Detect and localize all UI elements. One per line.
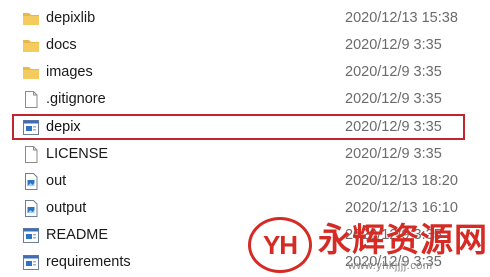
file-row-depix[interactable]: depix 2020/12/9 3:35: [0, 114, 490, 141]
file-name: output: [46, 200, 87, 216]
blank-file-icon: [22, 146, 40, 163]
file-name: requirements: [46, 254, 131, 270]
python-file-icon: [22, 254, 40, 271]
file-row-license[interactable]: LICENSE 2020/12/9 3:35: [0, 141, 490, 168]
file-row-out[interactable]: out 2020/12/13 18:20: [0, 168, 490, 195]
file-date: 2020/12/9 3:35: [345, 37, 442, 53]
blank-file-icon: [22, 91, 40, 108]
watermark-title: 永辉资源网: [318, 220, 488, 259]
folder-icon: [22, 64, 40, 81]
image-file-icon: [22, 173, 40, 190]
file-name: LICENSE: [46, 146, 109, 162]
file-row-images[interactable]: images 2020/12/9 3:35: [0, 59, 490, 86]
image-file-icon: [22, 200, 40, 217]
file-date: 2020/12/13 15:38: [345, 10, 458, 26]
file-name: README: [46, 227, 109, 243]
watermark-logo: YH: [248, 217, 312, 273]
file-date: 2020/12/9 3:35: [345, 91, 442, 107]
python-file-icon: [22, 227, 40, 244]
file-date: 2020/12/9 3:35: [345, 64, 442, 80]
watermark-url: www.yhkjjjj.com: [348, 260, 433, 272]
watermark: YH 永辉资源网 www.yhkjjjj.com: [248, 212, 490, 277]
file-row-depixlib[interactable]: depixlib 2020/12/13 15:38: [0, 5, 490, 32]
file-name: docs: [46, 37, 77, 53]
file-row-gitignore[interactable]: .gitignore 2020/12/9 3:35: [0, 86, 490, 113]
folder-icon: [22, 10, 40, 27]
file-name: images: [46, 64, 93, 80]
file-name: depix: [46, 119, 81, 135]
file-name: out: [46, 173, 67, 189]
python-file-icon: [22, 119, 40, 136]
file-name: depixlib: [46, 10, 96, 26]
file-name: .gitignore: [46, 91, 106, 107]
file-date: 2020/12/9 3:35: [345, 146, 442, 162]
file-date: 2020/12/13 18:20: [345, 173, 458, 189]
file-row-docs[interactable]: docs 2020/12/9 3:35: [0, 32, 490, 59]
file-date: 2020/12/9 3:35: [345, 119, 442, 135]
folder-icon: [22, 37, 40, 54]
